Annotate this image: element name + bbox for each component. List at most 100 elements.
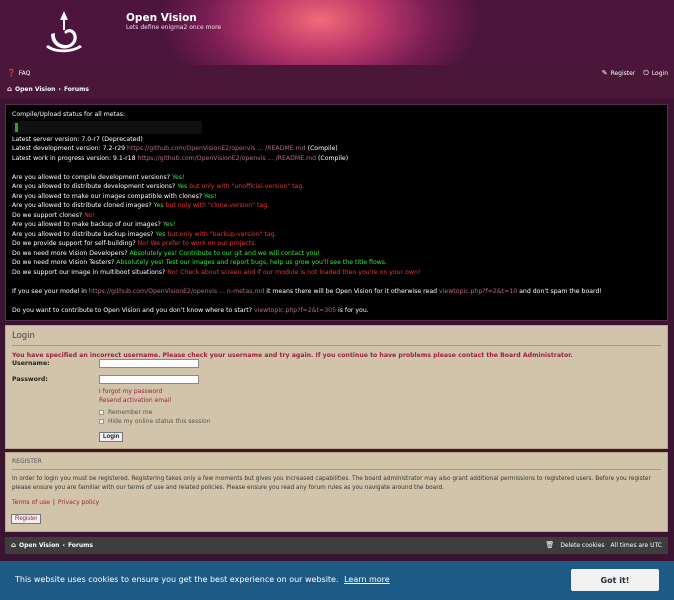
- question: Are you allowed to compile development v…: [12, 173, 172, 181]
- username-label: Username:: [12, 360, 50, 367]
- forgot-password-link[interactable]: I forgot my password: [99, 388, 162, 395]
- status-indicator: [15, 122, 18, 132]
- question: Do we support our image in multiboot sit…: [12, 268, 168, 276]
- model-text: If you see your model in: [12, 287, 89, 295]
- dev-readme-link[interactable]: https://github.com/OpenVisionE2/openvis …: [127, 145, 306, 152]
- register-label: Register: [610, 70, 636, 77]
- question: Do we need more Vision Testers?: [12, 259, 117, 266]
- breadcrumb: ⌂ Open Vision ‹ Forums: [7, 86, 89, 94]
- cookie-banner: This website uses cookies to ensure you …: [0, 561, 674, 600]
- answer: Yes!: [204, 192, 217, 200]
- question: Are you allowed to make our images compa…: [12, 192, 205, 200]
- wip-compile-note: (Compile): [316, 154, 349, 162]
- home-icon: ⌂: [11, 541, 17, 549]
- user-links: ✎ Register ⏻ Login: [601, 69, 668, 78]
- faq-line: Are you allowed to distribute backup ima…: [12, 230, 661, 240]
- register-panel: REGISTER In order to login you must be r…: [5, 452, 668, 532]
- contribute-line: Do you want to contribute to Open Vision…: [12, 306, 661, 316]
- question: Are you allowed to distribute backup ima…: [12, 230, 156, 238]
- hide-online-checkbox[interactable]: Hide my online status this session: [99, 418, 211, 425]
- resend-activation-link[interactable]: Resend activation email: [99, 397, 171, 404]
- login-link[interactable]: ⏻ Login: [643, 69, 668, 78]
- question-icon: ❓: [7, 69, 16, 77]
- model-mid: it means there will be Open Vision for i…: [264, 287, 440, 295]
- footer-breadcrumb: ⌂ Open Vision ‹ Forums: [11, 541, 93, 550]
- login-label: Login: [651, 70, 668, 77]
- login-title: Login: [12, 331, 661, 346]
- faq-line: Are you allowed to distribute cloned ima…: [12, 201, 661, 211]
- faq-line: Do we need more Vision Developers? Absol…: [12, 249, 661, 259]
- password-label: Password:: [12, 376, 48, 383]
- username-input[interactable]: [99, 359, 199, 368]
- wip-version-line: Latest work in progress version: 9.1-r18…: [12, 154, 661, 164]
- hide-online-label: Hide my online status this session: [108, 418, 211, 425]
- delete-cookies-link[interactable]: Delete cookies: [560, 542, 604, 549]
- compile-label: Compile/Upload status for all metas:: [12, 111, 126, 118]
- link-separator: |: [52, 499, 55, 506]
- faq-line: Are you allowed to compile development v…: [12, 173, 661, 183]
- answer: Absolutely yes! Contribute to our git an…: [129, 249, 320, 257]
- viewtopic-link[interactable]: viewtopic.php?f=2&t=10: [439, 288, 517, 295]
- register-link[interactable]: ✎ Register: [601, 69, 636, 78]
- answer: Absolutely yes! Test our images and repo…: [116, 259, 387, 266]
- open-vision-logo[interactable]: [42, 8, 86, 54]
- got-it-button[interactable]: Got it!: [571, 569, 659, 591]
- remember-me-label: Remember me: [108, 409, 153, 416]
- faq-line: Are you allowed to make our images compa…: [12, 192, 661, 202]
- checkbox-box[interactable]: [99, 410, 104, 415]
- model-line: If you see your model in https://github.…: [12, 287, 661, 297]
- footer-forums-link[interactable]: Forums: [68, 542, 93, 549]
- answer: Yes!: [171, 173, 185, 181]
- answer: Yes: [155, 230, 166, 238]
- trash-icon: 🗑: [545, 541, 555, 549]
- crumb-separator: ‹: [62, 542, 65, 549]
- wip-readme-link[interactable]: https://github.com/OpenVisionE2/openvis …: [137, 155, 316, 162]
- wip-version-text: Latest work in progress version: 9.1-r18: [12, 154, 138, 162]
- answer: No!: [84, 211, 96, 219]
- question: Do we support clones?: [12, 211, 85, 219]
- remember-me-checkbox[interactable]: Remember me: [99, 409, 152, 416]
- login-panel: Login You have specified an incorrect us…: [5, 325, 668, 449]
- login-error-message: You have specified an incorrect username…: [12, 352, 573, 359]
- faq-line: Do we support our image in multiboot sit…: [12, 268, 661, 278]
- answer-note: but only with "backup-version" tag.: [165, 230, 277, 238]
- faq-line: Do we support clones? No!: [12, 211, 661, 221]
- faq-line: Do we provide support for self-building?…: [12, 239, 661, 249]
- dev-version-text: Latest development version: 7.2-r29: [12, 145, 128, 152]
- login-button[interactable]: Login: [99, 432, 124, 442]
- question: Are you allowed to make backup of our im…: [12, 221, 163, 228]
- server-version: Latest server version: 7.0-r7 (Deprecate…: [12, 135, 143, 143]
- answer-note: but only with "unofficial-version" tag.: [187, 183, 305, 190]
- register-title: REGISTER: [12, 458, 661, 470]
- password-input[interactable]: [99, 375, 199, 384]
- contribute-link[interactable]: viewtopic.php?f=2&t=305: [254, 307, 336, 314]
- terms-link[interactable]: Terms of use: [12, 499, 50, 506]
- crumb-forums[interactable]: Forums: [64, 86, 89, 93]
- privacy-link[interactable]: Privacy policy: [58, 499, 99, 506]
- register-button[interactable]: Register: [11, 514, 42, 524]
- contribute-suffix: is for you.: [336, 306, 369, 314]
- faq-link[interactable]: ❓ FAQ: [7, 69, 30, 78]
- question: Are you allowed to distribute cloned ima…: [12, 202, 154, 209]
- policy-links: Terms of use | Privacy policy: [12, 499, 661, 506]
- answer-note: but only with "clone-version" tag.: [163, 202, 270, 209]
- metas-link[interactable]: https://github.com/OpenVisionE2/openvis …: [89, 288, 264, 295]
- navbar: ❓ FAQ ✎ Register ⏻ Login ⌂ Open Vision ‹…: [0, 65, 674, 99]
- power-icon: ⏻: [643, 69, 649, 77]
- cookie-message-row: This website uses cookies to ensure you …: [15, 575, 390, 584]
- learn-more-link[interactable]: Learn more: [344, 575, 390, 584]
- crumb-home[interactable]: Open Vision: [15, 86, 55, 93]
- faq-line: Do we need more Vision Testers? Absolute…: [12, 258, 661, 268]
- edit-icon: ✎: [601, 69, 608, 77]
- answer: Yes!: [162, 221, 176, 228]
- cookie-message: This website uses cookies to ensure you …: [15, 575, 339, 584]
- site-title[interactable]: Open Vision: [126, 12, 197, 24]
- checkbox-box[interactable]: [99, 419, 104, 424]
- footer-home-link[interactable]: Open Vision: [19, 542, 59, 549]
- site-description: Lets define enigma2 once more: [126, 24, 222, 31]
- compile-status-box: [12, 120, 202, 134]
- footer-bar: ⌂ Open Vision ‹ Forums 🗑 Delete cookies …: [5, 537, 668, 554]
- question: Do we provide support for self-building?: [12, 240, 138, 247]
